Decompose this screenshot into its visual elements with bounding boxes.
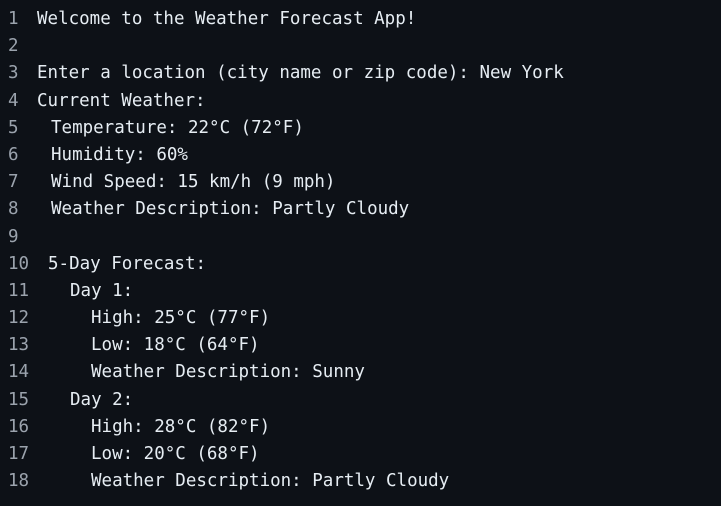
- line-text: High: 28°C (82°F): [91, 416, 271, 437]
- line-text: Weather Description: Partly Cloudy: [51, 199, 410, 220]
- line-text: Welcome to the Weather Forecast App!: [37, 9, 417, 29]
- code-line: 13 Low: 18°C (64°F): [0, 332, 721, 359]
- line-number: 5: [8, 117, 19, 138]
- line-number: 16: [8, 416, 30, 437]
- line-text: Weather Description: Partly Cloudy: [91, 471, 450, 492]
- line-text: Low: 18°C (64°F): [91, 335, 260, 356]
- line-text: Current Weather:: [37, 90, 206, 111]
- code-line: 8 Weather Description: Partly Cloudy: [0, 196, 721, 223]
- code-editor[interactable]: 1 Welcome to the Weather Forecast App! 2…: [0, 0, 721, 506]
- code-line: 3 Enter a location (city name or zip cod…: [0, 60, 721, 87]
- line-number: 3: [8, 63, 19, 84]
- line-number: 11: [8, 280, 30, 301]
- code-line: 17 Low: 20°C (68°F): [0, 441, 721, 468]
- line-number: 7: [8, 172, 19, 193]
- line-number: 6: [8, 144, 19, 165]
- line-number: 12: [8, 308, 30, 329]
- line-text: Weather Description: Sunny: [91, 362, 365, 383]
- line-number: 14: [8, 362, 30, 383]
- code-line: 2: [0, 33, 721, 60]
- code-line: 12 High: 25°C (77°F): [0, 305, 721, 332]
- line-text: 5-Day Forecast:: [48, 253, 207, 274]
- line-number: 13: [8, 335, 30, 356]
- line-number: 2: [8, 36, 19, 57]
- code-line: 4 Current Weather:: [0, 88, 721, 115]
- line-number: 4: [8, 90, 19, 111]
- code-line: 10 5-Day Forecast:: [0, 251, 721, 278]
- code-line: 11 Day 1:: [0, 278, 721, 305]
- code-line: 16 High: 28°C (82°F): [0, 414, 721, 441]
- code-line: 6 Humidity: 60%: [0, 142, 721, 169]
- line-text: Low: 20°C (68°F): [91, 444, 260, 464]
- code-line: 5 Temperature: 22°C (72°F): [0, 115, 721, 142]
- line-text: Day 2:: [70, 389, 134, 410]
- code-line: 7 Wind Speed: 15 km/h (9 mph): [0, 169, 721, 196]
- code-line: 1 Welcome to the Weather Forecast App!: [0, 6, 721, 33]
- code-line: 18 Weather Description: Partly Cloudy: [0, 468, 721, 495]
- line-number: 15: [8, 389, 30, 410]
- line-text: High: 25°C (77°F): [91, 308, 271, 329]
- line-number: 9: [8, 226, 19, 247]
- line-text: Wind Speed: 15 km/h (9 mph): [51, 172, 336, 193]
- line-number: 10: [8, 253, 30, 274]
- code-lines: 1 Welcome to the Weather Forecast App! 2…: [0, 6, 721, 495]
- line-text: Temperature: 22°C (72°F): [51, 117, 304, 138]
- line-number: 17: [8, 444, 30, 464]
- line-text: [30, 224, 721, 251]
- line-number: 8: [8, 199, 19, 220]
- line-text: [30, 33, 721, 60]
- line-text: Day 1:: [70, 280, 134, 301]
- line-text: Enter a location (city name or zip code)…: [37, 63, 564, 84]
- code-line: 9: [0, 224, 721, 251]
- code-line: 15 Day 2:: [0, 387, 721, 414]
- line-number: 18: [8, 471, 30, 492]
- code-line: 14 Weather Description: Sunny: [0, 359, 721, 386]
- line-number: 1: [8, 9, 19, 29]
- line-text: Humidity: 60%: [51, 144, 188, 165]
